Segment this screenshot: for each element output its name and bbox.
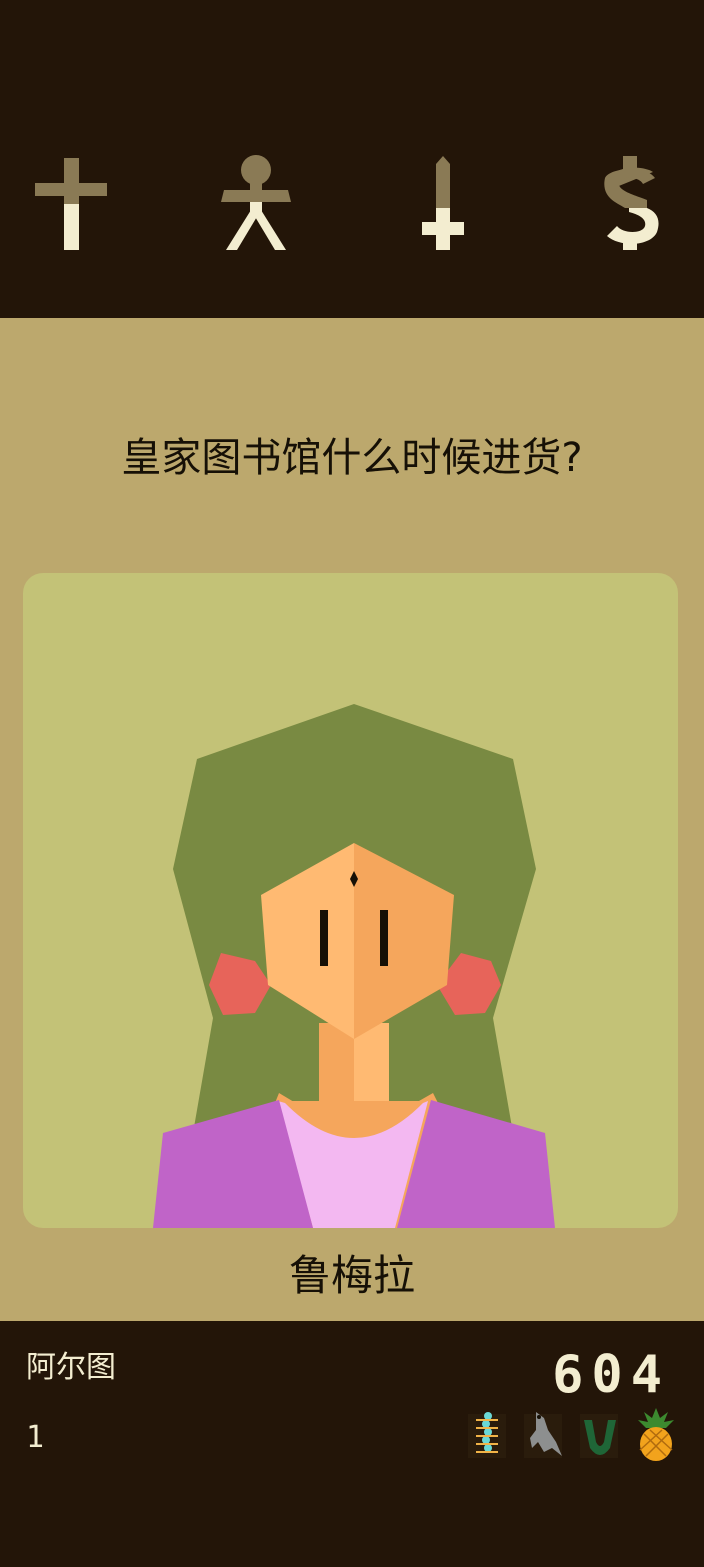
years-in-power: 1 [26, 1420, 45, 1455]
ruler-name: 阿尔图 [26, 1350, 116, 1385]
game-screen: 皇家图书馆什么时候进货? 鲁梅拉 阿尔图 1 604 [0, 0, 704, 1567]
centipede-icon[interactable] [466, 1408, 510, 1462]
left-eye [320, 910, 328, 966]
character-portrait [153, 704, 555, 1228]
relics-tray [466, 1408, 676, 1464]
people-stat [211, 150, 301, 260]
horseshoe-icon[interactable] [578, 1408, 622, 1462]
reign-counter: 604 [552, 1345, 670, 1405]
stats-bar [0, 0, 704, 318]
church-stat [26, 150, 116, 260]
cross-icon [35, 158, 107, 250]
card-question: 皇家图书馆什么时候进货? [121, 435, 583, 481]
army-stat [398, 150, 488, 260]
right-eye [380, 910, 388, 966]
crocodile-icon[interactable] [522, 1408, 566, 1462]
sword-icon [422, 156, 464, 250]
person-icon [221, 155, 291, 250]
character-card[interactable] [23, 573, 678, 1228]
pineapple-icon[interactable] [634, 1408, 678, 1462]
treasury-stat [585, 150, 675, 260]
character-name: 鲁梅拉 [288, 1251, 415, 1300]
dollar-icon [604, 156, 659, 250]
